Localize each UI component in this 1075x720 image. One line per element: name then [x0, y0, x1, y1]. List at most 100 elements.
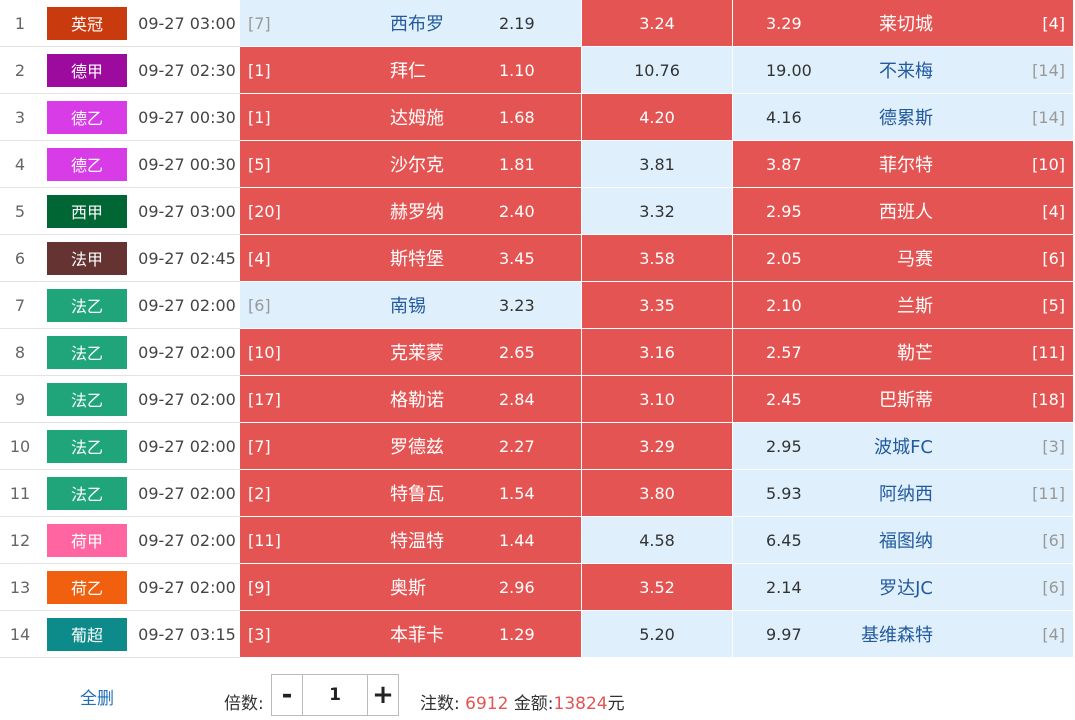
away-win-option[interactable]: 2.05 马赛 [6]	[732, 235, 1073, 282]
home-rank: [6]	[248, 295, 271, 315]
home-odd: 1.29	[499, 624, 535, 644]
away-team[interactable]: 基维森特	[861, 611, 933, 657]
draw-option[interactable]: 4.58	[581, 517, 732, 564]
away-team[interactable]: 莱切城	[879, 0, 933, 46]
home-team[interactable]: 本菲卡	[390, 611, 444, 657]
away-team[interactable]: 福图纳	[879, 517, 933, 563]
away-team[interactable]: 菲尔特	[879, 141, 933, 187]
draw-option[interactable]: 3.29	[581, 423, 732, 470]
home-team[interactable]: 赫罗纳	[390, 188, 444, 234]
away-team[interactable]: 不来梅	[879, 47, 933, 93]
home-team[interactable]: 斯特堡	[390, 235, 444, 281]
match-time: 09-27 02:00	[134, 329, 240, 376]
home-win-option[interactable]: [10] 克莱蒙 2.65	[240, 329, 581, 376]
away-win-option[interactable]: 9.97 基维森特 [4]	[732, 611, 1073, 658]
away-team[interactable]: 阿纳西	[879, 470, 933, 516]
draw-option[interactable]: 3.52	[581, 564, 732, 611]
away-win-option[interactable]: 5.93 阿纳西 [11]	[732, 470, 1073, 517]
away-team[interactable]: 西班人	[879, 188, 933, 234]
away-team[interactable]: 马赛	[897, 235, 933, 281]
home-win-option[interactable]: [20] 赫罗纳 2.40	[240, 188, 581, 235]
draw-option[interactable]: 3.81	[581, 141, 732, 188]
home-team[interactable]: 达姆施	[390, 94, 444, 140]
match-row: 7 法乙 09-27 02:00 [6] 南锡 3.23 3.35 2.10 兰斯 [5]	[0, 282, 1075, 329]
league-badge: 荷乙	[47, 570, 127, 604]
league-cell: 法乙	[40, 329, 134, 376]
away-win-option[interactable]: 3.87 菲尔特 [10]	[732, 141, 1073, 188]
home-win-option[interactable]: [7] 罗德兹 2.27	[240, 423, 581, 470]
match-row: 2 德甲 09-27 02:30 [1] 拜仁 1.10 10.76 19.00 不来梅 [14]	[0, 47, 1075, 94]
home-team[interactable]: 格勒诺	[390, 376, 444, 422]
home-win-option[interactable]: [17] 格勒诺 2.84	[240, 376, 581, 423]
home-win-option[interactable]: [4] 斯特堡 3.45	[240, 235, 581, 282]
draw-option[interactable]: 5.20	[581, 611, 732, 658]
draw-option[interactable]: 10.76	[581, 47, 732, 94]
home-team[interactable]: 西布罗	[390, 0, 444, 46]
home-team[interactable]: 南锡	[390, 282, 426, 328]
league-cell: 荷乙	[40, 564, 134, 611]
away-team[interactable]: 兰斯	[897, 282, 933, 328]
decrement-button[interactable]: -	[272, 675, 303, 715]
away-win-option[interactable]: 2.14 罗达JC [6]	[732, 564, 1073, 611]
home-team[interactable]: 沙尔克	[390, 141, 444, 187]
home-win-option[interactable]: [9] 奥斯 2.96	[240, 564, 581, 611]
match-index: 11	[0, 470, 40, 517]
home-team[interactable]: 罗德兹	[390, 423, 444, 469]
away-team[interactable]: 波城FC	[874, 423, 933, 469]
home-win-option[interactable]: [7] 西布罗 2.19	[240, 0, 581, 47]
league-cell: 法乙	[40, 470, 134, 517]
draw-option[interactable]: 3.58	[581, 235, 732, 282]
away-rank: [6]	[1042, 577, 1065, 597]
away-win-option[interactable]: 6.45 福图纳 [6]	[732, 517, 1073, 564]
match-row: 12 荷甲 09-27 02:00 [11] 特温特 1.44 4.58 6.45 福图纳 [6]	[0, 517, 1075, 564]
draw-option[interactable]: 3.24	[581, 0, 732, 47]
home-team[interactable]: 特温特	[390, 517, 444, 563]
away-team[interactable]: 罗达JC	[879, 564, 933, 610]
home-odd: 1.10	[499, 60, 535, 80]
away-win-option[interactable]: 4.16 德累斯 [14]	[732, 94, 1073, 141]
away-team[interactable]: 德累斯	[879, 94, 933, 140]
away-win-option[interactable]: 19.00 不来梅 [14]	[732, 47, 1073, 94]
home-team[interactable]: 特鲁瓦	[390, 470, 444, 516]
away-rank: [4]	[1042, 13, 1065, 33]
draw-option[interactable]: 3.80	[581, 470, 732, 517]
league-cell: 德甲	[40, 47, 134, 94]
draw-odd: 3.29	[639, 436, 675, 456]
home-win-option[interactable]: [1] 达姆施 1.68	[240, 94, 581, 141]
away-odd: 2.95	[766, 436, 802, 456]
draw-option[interactable]: 3.35	[581, 282, 732, 329]
away-win-option[interactable]: 3.29 莱切城 [4]	[732, 0, 1073, 47]
match-time: 09-27 00:30	[134, 141, 240, 188]
away-win-option[interactable]: 2.57 勒芒 [11]	[732, 329, 1073, 376]
home-win-option[interactable]: [2] 特鲁瓦 1.54	[240, 470, 581, 517]
home-win-option[interactable]: [3] 本菲卡 1.29	[240, 611, 581, 658]
away-win-option[interactable]: 2.95 西班人 [4]	[732, 188, 1073, 235]
draw-option[interactable]: 3.32	[581, 188, 732, 235]
home-rank: [1]	[248, 107, 271, 127]
multiplier-stepper: - 1 +	[271, 674, 399, 716]
home-team[interactable]: 克莱蒙	[390, 329, 444, 375]
bets-label: 注数:	[420, 694, 460, 714]
multiplier-input[interactable]: 1	[303, 675, 367, 715]
away-win-option[interactable]: 2.45 巴斯蒂 [18]	[732, 376, 1073, 423]
away-odd: 2.45	[766, 389, 802, 409]
draw-option[interactable]: 4.20	[581, 94, 732, 141]
home-team[interactable]: 奥斯	[390, 564, 426, 610]
home-odd: 2.19	[499, 13, 535, 33]
league-badge: 法乙	[47, 288, 127, 322]
home-win-option[interactable]: [11] 特温特 1.44	[240, 517, 581, 564]
home-team[interactable]: 拜仁	[390, 47, 426, 93]
away-win-option[interactable]: 2.95 波城FC [3]	[732, 423, 1073, 470]
home-win-option[interactable]: [6] 南锡 3.23	[240, 282, 581, 329]
home-win-option[interactable]: [1] 拜仁 1.10	[240, 47, 581, 94]
clear-all-link[interactable]: 全删	[80, 684, 114, 709]
increment-button[interactable]: +	[367, 675, 398, 715]
home-odd: 1.81	[499, 154, 535, 174]
draw-option[interactable]: 3.10	[581, 376, 732, 423]
away-team[interactable]: 巴斯蒂	[879, 376, 933, 422]
home-odd: 2.27	[499, 436, 535, 456]
draw-option[interactable]: 3.16	[581, 329, 732, 376]
away-team[interactable]: 勒芒	[897, 329, 933, 375]
away-win-option[interactable]: 2.10 兰斯 [5]	[732, 282, 1073, 329]
home-win-option[interactable]: [5] 沙尔克 1.81	[240, 141, 581, 188]
